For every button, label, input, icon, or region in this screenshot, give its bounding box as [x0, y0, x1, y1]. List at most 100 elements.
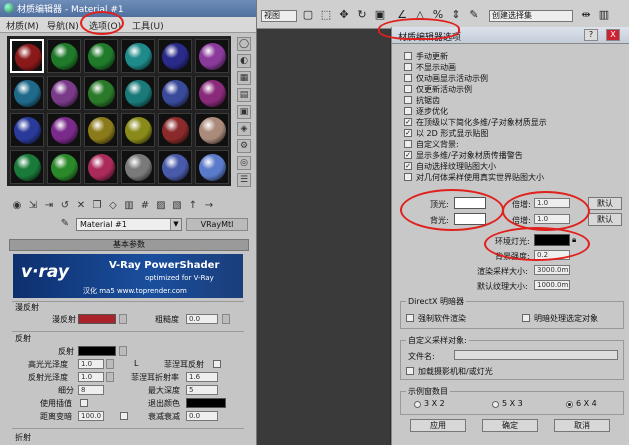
- go-to-parent-icon[interactable]: ↑: [186, 199, 200, 213]
- refl-gloss-map-button[interactable]: [106, 372, 114, 382]
- option-checkbox[interactable]: [404, 74, 412, 82]
- edit-named-selection-icon[interactable]: ✎: [467, 8, 481, 22]
- material-slot[interactable]: [121, 113, 155, 147]
- material-slot[interactable]: [158, 39, 192, 73]
- material-slot[interactable]: [121, 76, 155, 110]
- basic-params-rollout-header[interactable]: 基本参数: [9, 239, 249, 251]
- default-back-button[interactable]: 默认: [588, 213, 622, 226]
- reset-map-icon[interactable]: ↺: [58, 199, 72, 213]
- option-checkbox[interactable]: [404, 107, 412, 115]
- show-map-icon[interactable]: ▨: [154, 199, 168, 213]
- material-slot[interactable]: [84, 113, 118, 147]
- background-icon[interactable]: ▦: [237, 71, 251, 85]
- dim-falloff-input[interactable]: 0.0: [186, 411, 218, 421]
- uv-tiling-icon[interactable]: ▤: [237, 88, 251, 102]
- select-object-icon[interactable]: ▢: [301, 8, 315, 22]
- material-slot[interactable]: [121, 150, 155, 184]
- material-slot[interactable]: [10, 150, 44, 184]
- option-checkbox[interactable]: ✓: [404, 118, 412, 126]
- scale-icon[interactable]: ▣: [373, 8, 387, 22]
- material-editor-titlebar[interactable]: 材质编辑器 - Material #1: [0, 0, 256, 17]
- delete-icon[interactable]: ✕: [74, 199, 88, 213]
- material-slot[interactable]: [121, 39, 155, 73]
- material-slot[interactable]: [10, 39, 44, 73]
- select-region-icon[interactable]: ⬚: [319, 8, 333, 22]
- lock-button[interactable]: L: [134, 359, 138, 368]
- material-slot[interactable]: [84, 39, 118, 73]
- mirror-icon[interactable]: ⇹: [579, 8, 593, 22]
- video-check-icon[interactable]: ▣: [237, 105, 251, 119]
- help-button[interactable]: ?: [584, 29, 598, 41]
- material-slot[interactable]: [47, 150, 81, 184]
- material-slot[interactable]: [84, 76, 118, 110]
- reflect-map-button[interactable]: [119, 346, 127, 356]
- cancel-button[interactable]: 取消: [554, 419, 610, 432]
- file-name-field[interactable]: [454, 350, 618, 360]
- eyedropper-icon[interactable]: ✎: [58, 217, 72, 231]
- diffuse-map-button[interactable]: [119, 314, 127, 324]
- apply-button[interactable]: 应用: [410, 419, 466, 432]
- option-checkbox[interactable]: [404, 96, 412, 104]
- option-checkbox[interactable]: [404, 140, 412, 148]
- go-forward-sibling-icon[interactable]: →: [202, 199, 216, 213]
- max-depth-input[interactable]: 5: [186, 385, 218, 395]
- material-slot[interactable]: [10, 113, 44, 147]
- diffuse-color-swatch[interactable]: [78, 314, 116, 324]
- view-dropdown[interactable]: 视图: [261, 10, 297, 22]
- options-icon[interactable]: ⚙: [237, 139, 251, 153]
- explicit-shading-checkbox[interactable]: [522, 314, 530, 322]
- reflect-color-swatch[interactable]: [78, 346, 116, 356]
- material-type-button[interactable]: VRayMtl: [186, 218, 248, 231]
- default-texture-size-input[interactable]: 1000.0m: [534, 280, 570, 290]
- use-interp-checkbox[interactable]: [80, 399, 88, 407]
- selection-set-dropdown[interactable]: 创建选择集: [489, 10, 573, 22]
- radio-5x3[interactable]: [492, 401, 499, 408]
- radio-6x4[interactable]: [566, 401, 573, 408]
- fresnel-checkbox[interactable]: [213, 360, 221, 368]
- option-checkbox[interactable]: [404, 63, 412, 71]
- subdivs-input[interactable]: 8: [78, 385, 104, 395]
- default-top-button[interactable]: 默认: [588, 197, 622, 210]
- backlight-icon[interactable]: ◐: [237, 54, 251, 68]
- align-icon[interactable]: ▥: [597, 8, 611, 22]
- force-software-checkbox[interactable]: [406, 314, 414, 322]
- material-slot[interactable]: [47, 39, 81, 73]
- spinner-snap-icon[interactable]: ⇕: [449, 8, 463, 22]
- select-by-material-icon[interactable]: ◎: [237, 156, 251, 170]
- show-end-result-icon[interactable]: ▧: [170, 199, 184, 213]
- material-slot[interactable]: [47, 76, 81, 110]
- material-slot[interactable]: [195, 76, 229, 110]
- refl-gloss-input[interactable]: 1.0: [78, 372, 104, 382]
- material-slot[interactable]: [47, 113, 81, 147]
- get-material-icon[interactable]: ◉: [10, 199, 24, 213]
- exit-color-swatch[interactable]: [186, 398, 226, 408]
- make-unique-icon[interactable]: ◇: [106, 199, 120, 213]
- menu-material[interactable]: 材质(M): [6, 19, 39, 32]
- dim-distance-checkbox[interactable]: [120, 412, 128, 420]
- viewport[interactable]: [257, 0, 390, 445]
- put-to-library-icon[interactable]: ▥: [122, 199, 136, 213]
- load-camera-checkbox[interactable]: [406, 367, 414, 375]
- menu-navigation[interactable]: 导航(N): [47, 19, 79, 32]
- roughness-input[interactable]: 0.0: [186, 314, 218, 324]
- option-checkbox[interactable]: [404, 85, 412, 93]
- option-checkbox[interactable]: ✓: [404, 129, 412, 137]
- assign-to-selection-icon[interactable]: ⇥: [42, 199, 56, 213]
- chevron-down-icon[interactable]: ▼: [170, 219, 181, 230]
- menu-utilities[interactable]: 工具(U): [132, 19, 164, 32]
- rotate-icon[interactable]: ↻: [355, 8, 369, 22]
- move-icon[interactable]: ✥: [337, 8, 351, 22]
- option-checkbox[interactable]: ✓: [404, 151, 412, 159]
- hilight-gloss-input[interactable]: 1.0: [78, 359, 104, 369]
- material-navigator-icon[interactable]: ☰: [237, 173, 251, 187]
- ok-button[interactable]: 确定: [482, 419, 538, 432]
- material-slot[interactable]: [10, 76, 44, 110]
- radio-3x2[interactable]: [414, 401, 421, 408]
- material-id-icon[interactable]: #: [138, 199, 152, 213]
- option-checkbox[interactable]: ✓: [404, 162, 412, 170]
- material-slot[interactable]: [158, 113, 192, 147]
- hilight-gloss-map-button[interactable]: [106, 359, 114, 369]
- dim-distance-input[interactable]: 100.0: [78, 411, 104, 421]
- material-name-field[interactable]: Material #1 ▼: [76, 218, 182, 231]
- fresnel-ior-input[interactable]: 1.6: [186, 372, 218, 382]
